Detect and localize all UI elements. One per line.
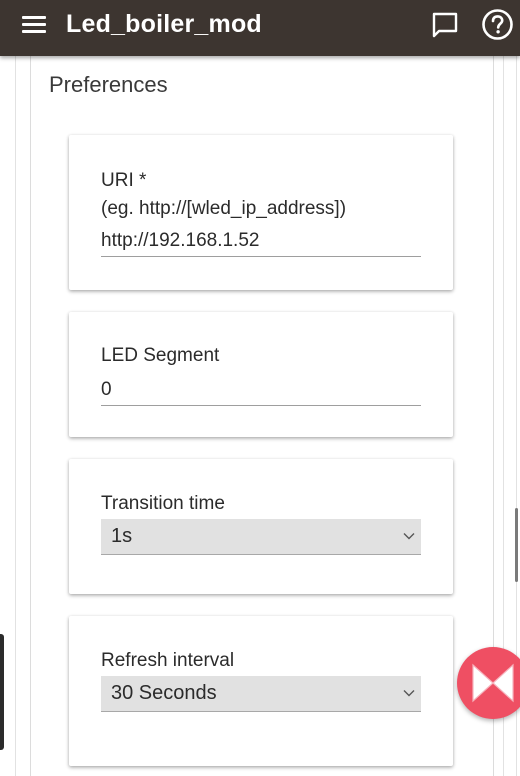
transition-time-label: Transition time xyxy=(101,493,225,514)
chat-bubble-icon[interactable] xyxy=(430,10,460,40)
page-rail-left xyxy=(15,56,16,776)
section-title-preferences: Preferences xyxy=(49,72,168,97)
uri-hint: (eg. http://[wled_ip_address]) xyxy=(101,198,347,219)
uri-label: URI * xyxy=(101,170,147,191)
menu-icon-bar xyxy=(22,16,46,19)
chevron-down-icon xyxy=(403,690,415,697)
scrollbar-thumb[interactable] xyxy=(515,508,518,582)
menu-icon-bar xyxy=(22,23,46,26)
edge-panel-handle[interactable] xyxy=(0,634,4,750)
menu-icon-bar xyxy=(22,30,46,33)
app-title: Led_boiler_mod xyxy=(66,10,262,38)
floating-app-bubble[interactable] xyxy=(457,647,520,719)
refresh-interval-selected: 30 Seconds xyxy=(111,682,217,704)
uri-input[interactable] xyxy=(101,226,421,257)
transition-time-card: Transition time 1s xyxy=(69,459,453,594)
menu-icon[interactable] xyxy=(22,14,48,36)
refresh-interval-card: Refresh interval 30 Seconds xyxy=(69,616,453,766)
transition-time-select[interactable]: 1s xyxy=(101,519,421,555)
app-bar: Led_boiler_mod xyxy=(0,0,520,56)
refresh-interval-label: Refresh interval xyxy=(101,650,235,671)
bow-logo-icon xyxy=(472,663,514,703)
led-segment-card: LED Segment xyxy=(69,312,453,437)
led-segment-input[interactable] xyxy=(101,375,421,406)
led-segment-label: LED Segment xyxy=(101,345,220,366)
uri-card: URI * (eg. http://[wled_ip_address]) xyxy=(69,135,453,290)
refresh-interval-select[interactable]: 30 Seconds xyxy=(101,676,421,712)
help-circle-icon[interactable] xyxy=(481,8,514,41)
chevron-down-icon xyxy=(403,533,415,540)
transition-time-selected: 1s xyxy=(111,525,133,547)
